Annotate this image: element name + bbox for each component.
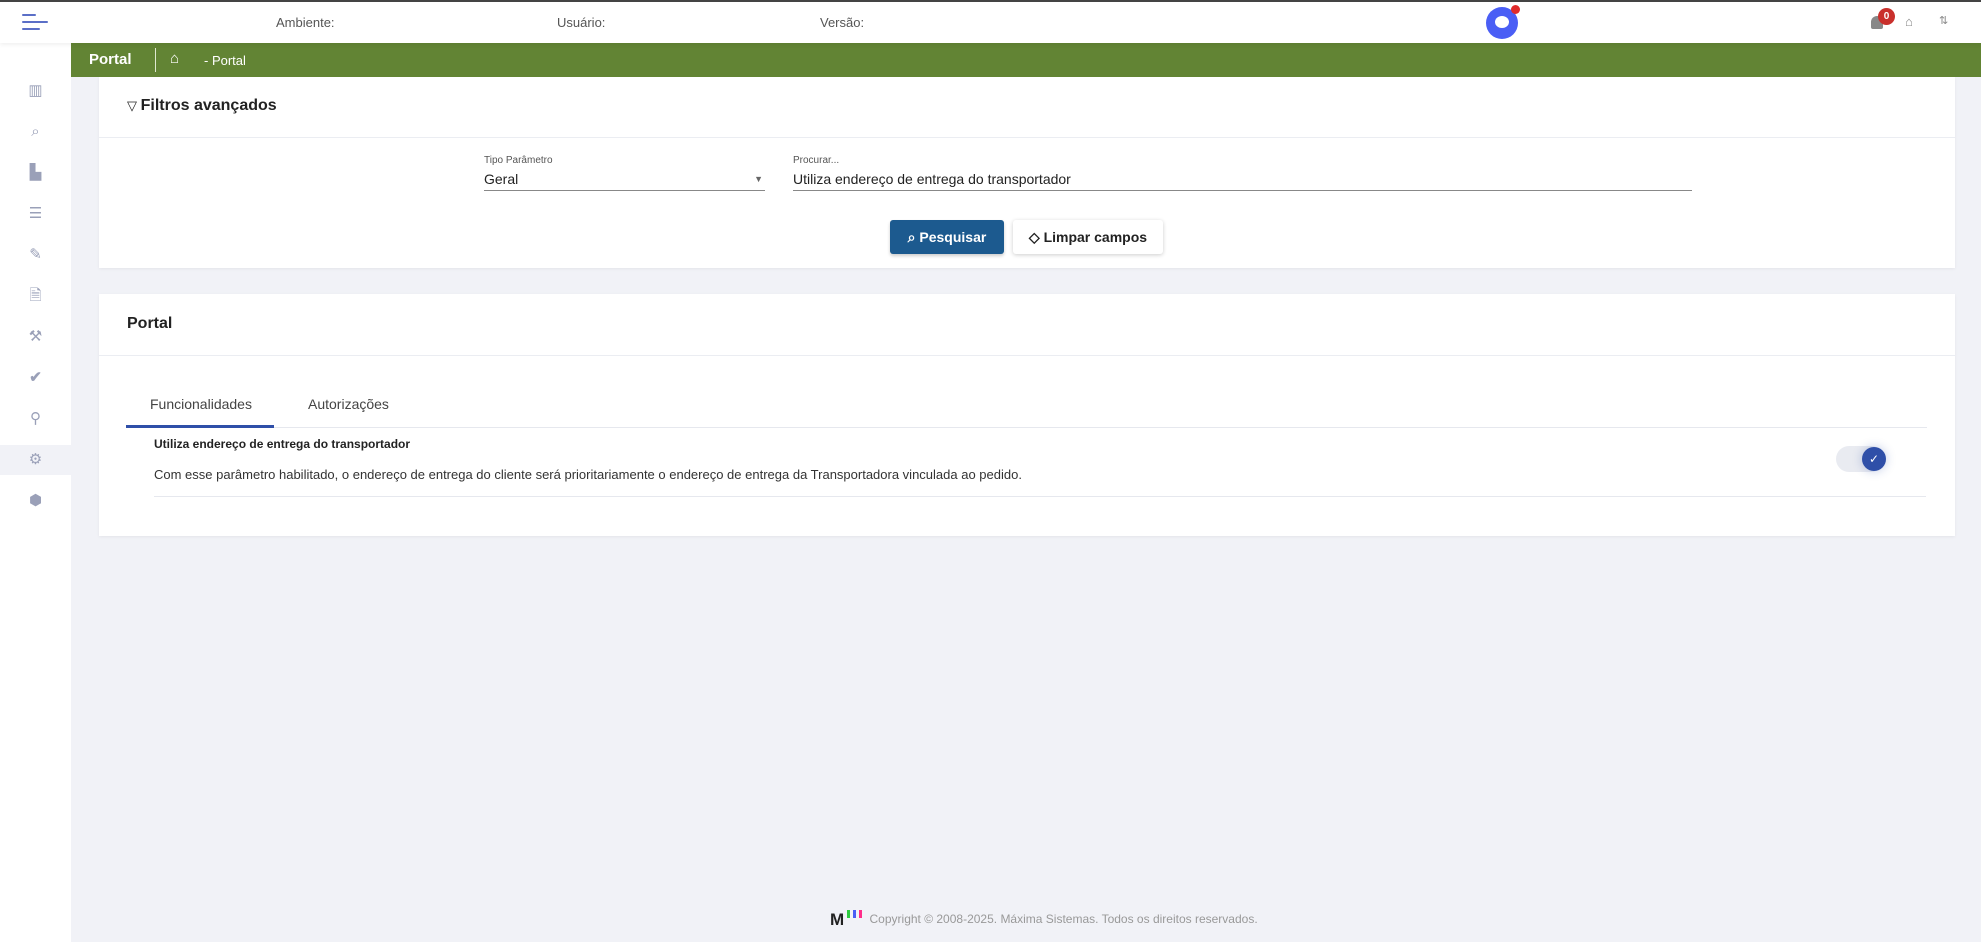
list-icon[interactable]: ☰ [0,199,71,229]
search-label: Procurar... [793,155,840,166]
portal-card: Portal [99,294,1955,536]
search-value: Utiliza endereço de entrega do transport… [793,171,1071,187]
filters-title: Filtros avançados [140,97,277,114]
tipo-parametro-label: Tipo Parâmetro [484,155,553,166]
chat-icon[interactable] [1486,5,1520,39]
search-button-label: Pesquisar [919,229,987,245]
edit-icon[interactable]: ✎ [0,240,71,270]
chat-notification-dot [1511,5,1520,14]
ambiente-label: Ambiente: [276,15,335,30]
breadcrumb: - Portal [204,53,246,68]
notification-badge: 0 [1878,8,1895,25]
double-check-icon[interactable]: ✔ [0,363,71,393]
chevron-down-icon: ▼ [754,174,763,184]
map-icon[interactable]: ▥ [0,76,71,106]
parameter-description: Com esse parâmetro habilitado, o endereç… [154,467,1022,482]
portal-title: Portal [99,294,1955,356]
chart-icon[interactable]: ▙ [0,158,71,188]
sidebar: ▥ ⌕ ▙ ☰ ✎ 🗎 ⚒ ✔ ⚲ ⚙ ⬢ [0,43,71,942]
collapse-icon[interactable]: ⇅ [1939,14,1948,27]
clear-fields-button[interactable]: ◇ Limpar campos [1013,220,1163,254]
tipo-parametro-value: Geral [484,171,519,187]
home-icon[interactable]: ⌂ [170,50,179,67]
usuario-label: Usuário: [557,15,606,30]
search-button[interactable]: ⌕ Pesquisar [890,220,1004,254]
breadcrumb-bar: Portal ⌂ - Portal [71,43,1981,77]
parameter-title: Utiliza endereço de entrega do transport… [154,437,411,451]
active-tab-indicator [126,425,274,428]
search-icon[interactable]: ⌕ [0,117,71,147]
filter-icon: ▽ [127,98,141,113]
search-input[interactable]: Procurar... Utiliza endereço de entrega … [793,155,1692,191]
versao-label: Versão: [820,15,865,30]
pin-icon[interactable]: ⚲ [0,404,71,434]
tipo-parametro-select[interactable]: Tipo Parâmetro Geral ▼ [484,155,765,191]
box-icon[interactable]: ⬢ [0,486,71,516]
parameter-toggle[interactable]: ✓ [1836,446,1886,472]
top-bar: Ambiente: Usuário: Versão: 0 ⌂ ⇅ [0,0,1981,43]
tab-funcionalidades[interactable]: Funcionalidades [150,396,252,412]
tabs-divider [126,427,1927,428]
eraser-icon: ◇ [1028,229,1044,245]
page-title: Portal [89,51,132,68]
tab-autorizacoes[interactable]: Autorizações [308,396,389,412]
home-icon[interactable]: ⌂ [1905,14,1913,29]
item-divider [154,496,1926,497]
divider [155,48,156,72]
menu-icon[interactable] [22,14,48,32]
maxima-logo: M [830,910,863,930]
code-file-icon[interactable]: 🗎 [0,281,71,311]
tools-icon[interactable]: ⚒ [0,322,71,352]
footer: M Copyright © 2008-2025. Máxima Sistemas… [830,910,1258,930]
filters-header: ▽ Filtros avançados [99,77,1955,138]
clear-button-label: Limpar campos [1043,229,1148,245]
copyright-text: Copyright © 2008-2025. Máxima Sistemas. … [869,912,1258,927]
check-icon: ✓ [1862,447,1886,471]
search-icon: ⌕ [907,229,920,245]
gear-icon[interactable]: ⚙ [0,445,71,475]
